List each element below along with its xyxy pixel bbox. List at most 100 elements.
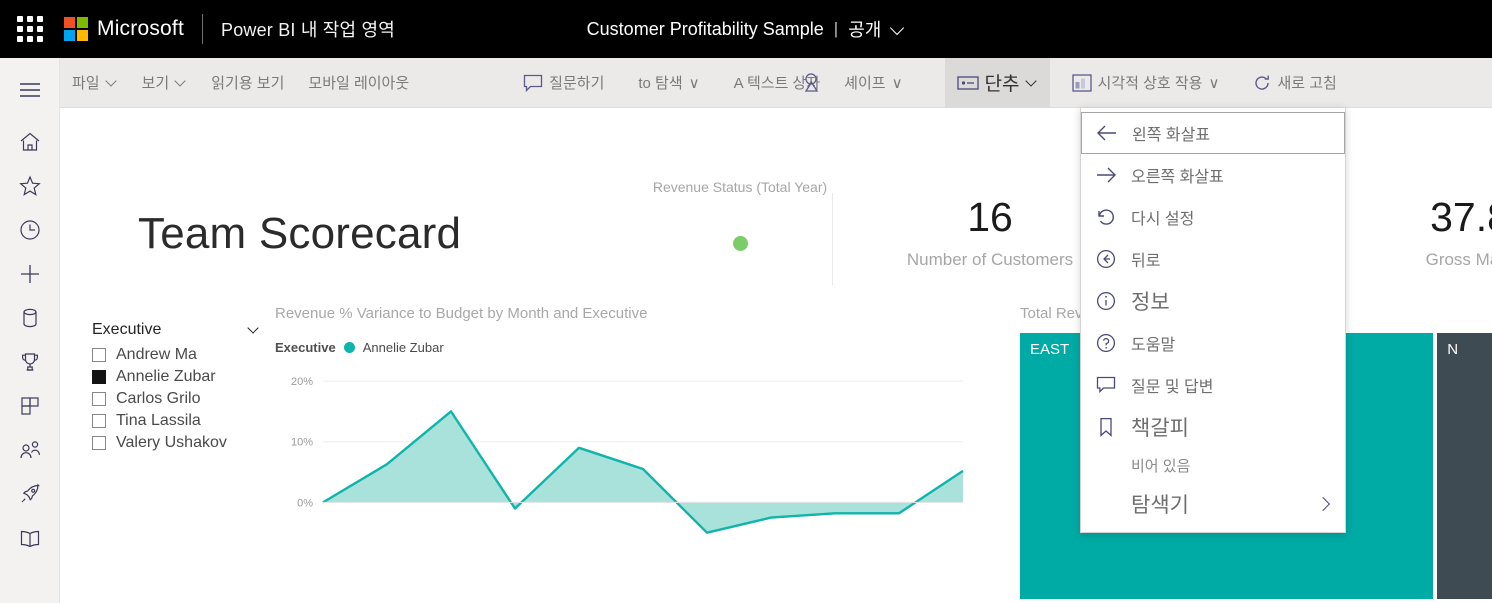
qna-icon [1095,376,1117,394]
left-navigation-rail [0,58,60,603]
slicer-item-label: Andrew Ma [116,346,197,363]
menu-item-label: 왼쪽 화살표 [1132,127,1211,144]
buttons-dropdown-menu: 왼쪽 화살표오른쪽 화살표다시 설정뒤로정보도움말질문 및 답변책갈피 비어 있… [1080,107,1346,533]
microsoft-logo[interactable]: Microsoft [64,17,184,41]
treemap-tile-north[interactable]: N [1437,333,1492,599]
slicer-item[interactable]: Andrew Ma [92,344,260,366]
menu-item-bookmark-empty[interactable]: 비어 있음 [1081,448,1345,482]
slicer-checkbox[interactable] [92,414,106,428]
revenue-status-indicator-dot [732,236,748,251]
slicer-item[interactable]: Carlos Grilo [92,388,260,410]
star-icon [18,175,41,197]
microsoft-logo-icon [64,17,88,41]
menu-item-arrow-right[interactable]: 오른쪽 화살표 [1081,154,1345,196]
kpi-gross-margin[interactable]: 37.8 Gross Marg [1340,197,1492,270]
menu-item-label: 책갈피 [1131,417,1189,440]
ribbon-shapes[interactable]: 셰이프 ∨ [832,58,914,108]
chevron-down-icon: ∨ [891,74,903,92]
chevron-right-icon[interactable] [1315,496,1331,512]
arrow-right-icon [1095,166,1117,184]
slicer-checkbox[interactable] [92,436,106,450]
report-ribbon-toolbar: 파일 보기 읽기용 보기 모바일 레이아웃 질문하기 to 탐색 ∨ A 텍스트 [60,57,1492,108]
trophy-icon [19,351,41,373]
microsoft-wordmark: Microsoft [97,17,184,40]
menu-item-label: 도움말 [1131,337,1176,354]
sidebar-item-apps[interactable] [0,384,60,428]
sidebar-item-shared-with-me[interactable] [0,428,60,472]
ribbon-mobile-layout-label: 모바일 레이아웃 [308,75,410,92]
treemap-tile-east-label: EAST [1030,341,1070,358]
slicer-item[interactable]: Annelie Zubar [92,366,260,388]
menu-item-navigator-label: 탐색기 [1131,494,1189,517]
slicer-checkbox[interactable] [92,370,106,384]
clock-icon [19,219,41,241]
menu-item-label: 다시 설정 [1131,211,1195,228]
sidebar-item-goals[interactable] [0,340,60,384]
ribbon-view[interactable]: 보기 [130,58,200,108]
slicer-item-label: Valery Ushakov [116,434,227,451]
menu-item-qna[interactable]: 질문 및 답변 [1081,364,1345,406]
ribbon-explore[interactable]: to 탐색 ∨ [626,58,711,108]
executive-slicer[interactable]: Executive Andrew Ma Annelie Zubar Carlos G… [92,321,260,454]
sidebar-item-recent[interactable] [0,208,60,252]
share-label[interactable]: 공개 [848,16,881,42]
sidebar-item-learn[interactable] [0,516,60,560]
people-icon [18,439,42,461]
revenue-status-visual[interactable]: Revenue Status (Total Year) [580,179,900,251]
menu-item-navigator[interactable]: 탐색기 [1081,482,1345,526]
ribbon-explore-label: to 탐색 [638,75,683,92]
ribbon-ask-question[interactable]: 질문하기 [511,58,616,108]
slicer-header[interactable]: Executive [92,321,260,344]
area-chart-svg: 20% 10% 0% [291,376,964,534]
chevron-down-icon[interactable] [248,324,260,336]
slicer-checkbox[interactable] [92,348,106,362]
legend-field-label: Executive [275,340,336,355]
menu-item-label: 질문 및 답변 [1131,379,1214,396]
menu-item-help-circle[interactable]: 도움말 [1081,322,1345,364]
slicer-item-label: Annelie Zubar [116,368,216,385]
visual-interactions-icon [1071,73,1092,93]
ribbon-view-label: 보기 [141,75,170,92]
title-separator: | [833,19,839,38]
sidebar-item-deployment-pipelines[interactable] [0,472,60,516]
sidebar-item-home[interactable] [0,120,60,164]
ribbon-reading-view[interactable]: 읽기용 보기 [199,58,296,108]
report-title[interactable]: Customer Profitability Sample [587,19,824,40]
arrow-left-icon [1096,124,1118,142]
svg-text:0%: 0% [297,497,313,509]
chevron-down-icon: ∨ [688,74,700,92]
menu-item-label: 뒤로 [1131,253,1161,270]
app-launcher-icon[interactable] [8,9,52,49]
workspace-link[interactable]: Power BI 내 작업 영역 [221,16,395,42]
legend-series-label: Annelie Zubar [362,340,444,355]
sidebar-item-navigation-toggle[interactable] [0,68,60,112]
sidebar-item-datasets[interactable] [0,296,60,340]
ribbon-mobile-layout[interactable]: 모바일 레이아웃 [296,58,421,108]
ribbon-visual-interactions[interactable]: 시각적 상호 작용 ∨ [1060,58,1232,108]
bookmark-icon [1095,417,1117,437]
kpi-gross-margin-label: Gross Marg [1425,250,1492,269]
rocket-icon [19,483,41,505]
menu-item-reset[interactable]: 다시 설정 [1081,196,1345,238]
chevron-down-icon[interactable] [891,22,905,36]
revenue-variance-area-chart[interactable]: Revenue % Variance to Budget by Month an… [275,305,975,603]
chart-title: Revenue % Variance to Budget by Month an… [275,305,648,322]
power-bi-report-window: Microsoft Power BI 내 작업 영역 Customer Prof… [0,0,1492,603]
svg-text:20%: 20% [291,376,313,388]
ribbon-buttons[interactable]: 단추 [944,57,1050,108]
ribbon-refresh[interactable]: 새로 고침 [1241,58,1348,108]
shapes-icon[interactable] [802,71,822,97]
slicer-item[interactable]: Valery Ushakov [92,432,260,454]
back-circle-icon [1095,249,1117,269]
menu-item-info-circle[interactable]: 정보 [1081,280,1345,322]
menu-item-bookmark[interactable]: 책갈피 [1081,406,1345,448]
slicer-item[interactable]: Tina Lassila [92,410,260,432]
sidebar-item-favorites[interactable] [0,164,60,208]
sidebar-item-create[interactable] [0,252,60,296]
ribbon-file[interactable]: 파일 [60,58,130,108]
menu-item-arrow-left[interactable]: 왼쪽 화살표 [1081,112,1345,154]
menu-item-back-circle[interactable]: 뒤로 [1081,238,1345,280]
slicer-checkbox[interactable] [92,392,106,406]
database-icon [20,307,40,329]
revenue-status-title: Revenue Status (Total Year) [652,179,828,195]
